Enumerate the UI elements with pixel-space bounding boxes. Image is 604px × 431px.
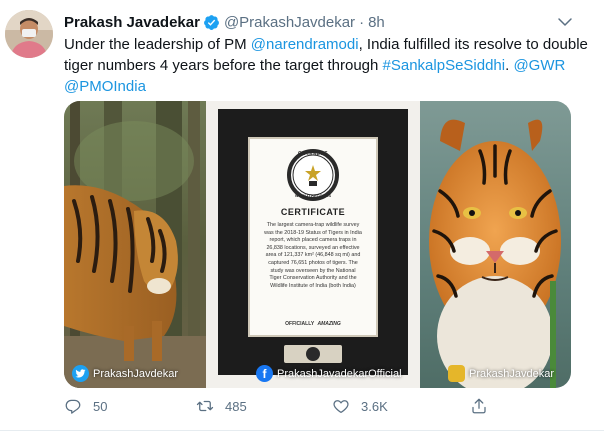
- reply-count: 50: [93, 398, 108, 414]
- facebook-watermark: f PrakashJavadekarOfficial: [256, 365, 402, 382]
- tweet-text: Under the leadership of PM @narendramodi…: [64, 34, 594, 97]
- facebook-icon: f: [256, 365, 273, 382]
- certificate-line: study was overseen by the National: [270, 267, 356, 274]
- certificate-line: Tiger Conservation Authority and the: [269, 275, 357, 282]
- certificate-line: Wildlife Institute of India (both India): [270, 282, 356, 289]
- twitter-bird-icon: [72, 365, 89, 382]
- retweet-count: 485: [225, 398, 247, 414]
- certificate-line: report, which placed camera traps in: [269, 237, 357, 244]
- frame-plaque: [284, 345, 342, 363]
- guinness-logo-bottom: WORLD RECORDS: [294, 193, 332, 198]
- share-icon: [472, 398, 486, 414]
- certificate-footer-word: AMAZING: [317, 321, 341, 327]
- media-photo-tiger-portrait[interactable]: PrakashJavdekar: [420, 101, 571, 388]
- author-avatar[interactable]: [5, 10, 53, 58]
- header-separator: ·: [359, 13, 365, 31]
- share-button[interactable]: [470, 397, 499, 415]
- like-button[interactable]: 3.6K: [332, 397, 388, 415]
- heart-icon: [333, 400, 349, 414]
- tweet-media[interactable]: PrakashJavdekar GUINNESS WORLD RECORDS C…: [64, 101, 571, 388]
- certificate-footer-label: OFFICIALLY: [285, 321, 315, 327]
- koo-icon: [448, 365, 465, 382]
- reply-icon: [65, 399, 81, 414]
- guinness-logo-top: GUINNESS: [297, 151, 329, 157]
- hashtag-link[interactable]: #SankalpSeSiddhi: [383, 57, 506, 74]
- mention-link[interactable]: @PMOIndia: [64, 78, 146, 95]
- like-count: 3.6K: [361, 398, 388, 414]
- mention-link[interactable]: @GWR: [513, 57, 565, 74]
- certificate-body: The largest camera-trap wildlife survey w…: [256, 222, 370, 290]
- media-photo-guinness-certificate[interactable]: GUINNESS WORLD RECORDS CERTIFICATE The l…: [206, 101, 420, 388]
- certificate-heading: CERTIFICATE: [280, 207, 346, 217]
- tweet-timestamp[interactable]: 8h: [368, 14, 385, 31]
- certificate-line: 26,838 locations, surveyed an effective: [266, 244, 360, 251]
- twitter-watermark-text: PrakashJavdekar: [93, 367, 178, 380]
- twitter-watermark: PrakashJavdekar: [72, 365, 178, 382]
- author-name[interactable]: Prakash Javadekar: [64, 14, 200, 31]
- facebook-watermark-text: PrakashJavadekarOfficial: [277, 367, 402, 380]
- certificate-line: The largest camera-trap wildlife survey: [266, 222, 360, 228]
- certificate-sheet: GUINNESS WORLD RECORDS CERTIFICATE The l…: [248, 137, 378, 337]
- media-photo-camera-trap-tiger[interactable]: PrakashJavdekar: [64, 101, 206, 388]
- reply-button[interactable]: 50: [64, 397, 107, 415]
- tweet-actions: 50 485 3.6K: [64, 397, 544, 419]
- certificate-line: area of 121,337 km² (46,848 sq mi) and: [265, 252, 361, 259]
- certificate-line: captured 76,651 photos of tigers. The: [268, 259, 358, 266]
- verified-badge-icon: [203, 14, 219, 30]
- certificate-line: was the 2018-19 Status of Tigers in Indi…: [264, 229, 362, 236]
- chevron-down-icon[interactable]: [556, 13, 574, 31]
- mention-link[interactable]: @narendramodi: [251, 36, 359, 53]
- tweet[interactable]: Prakash Javadekar @PrakashJavdekar · 8h …: [0, 0, 604, 431]
- koo-watermark-text: PrakashJavdekar: [469, 367, 554, 380]
- tweet-text-segment: Under the leadership of PM: [64, 36, 251, 53]
- koo-watermark: PrakashJavdekar: [448, 365, 554, 382]
- author-handle[interactable]: @PrakashJavdekar: [224, 14, 355, 31]
- certificate-footer: OFFICIALLY AMAZING: [250, 321, 376, 327]
- retweet-icon: [196, 400, 214, 412]
- guinness-logo: GUINNESS WORLD RECORDS: [287, 149, 339, 201]
- retweet-button[interactable]: 485: [196, 397, 247, 415]
- tweet-header: Prakash Javadekar @PrakashJavdekar · 8h: [64, 12, 385, 32]
